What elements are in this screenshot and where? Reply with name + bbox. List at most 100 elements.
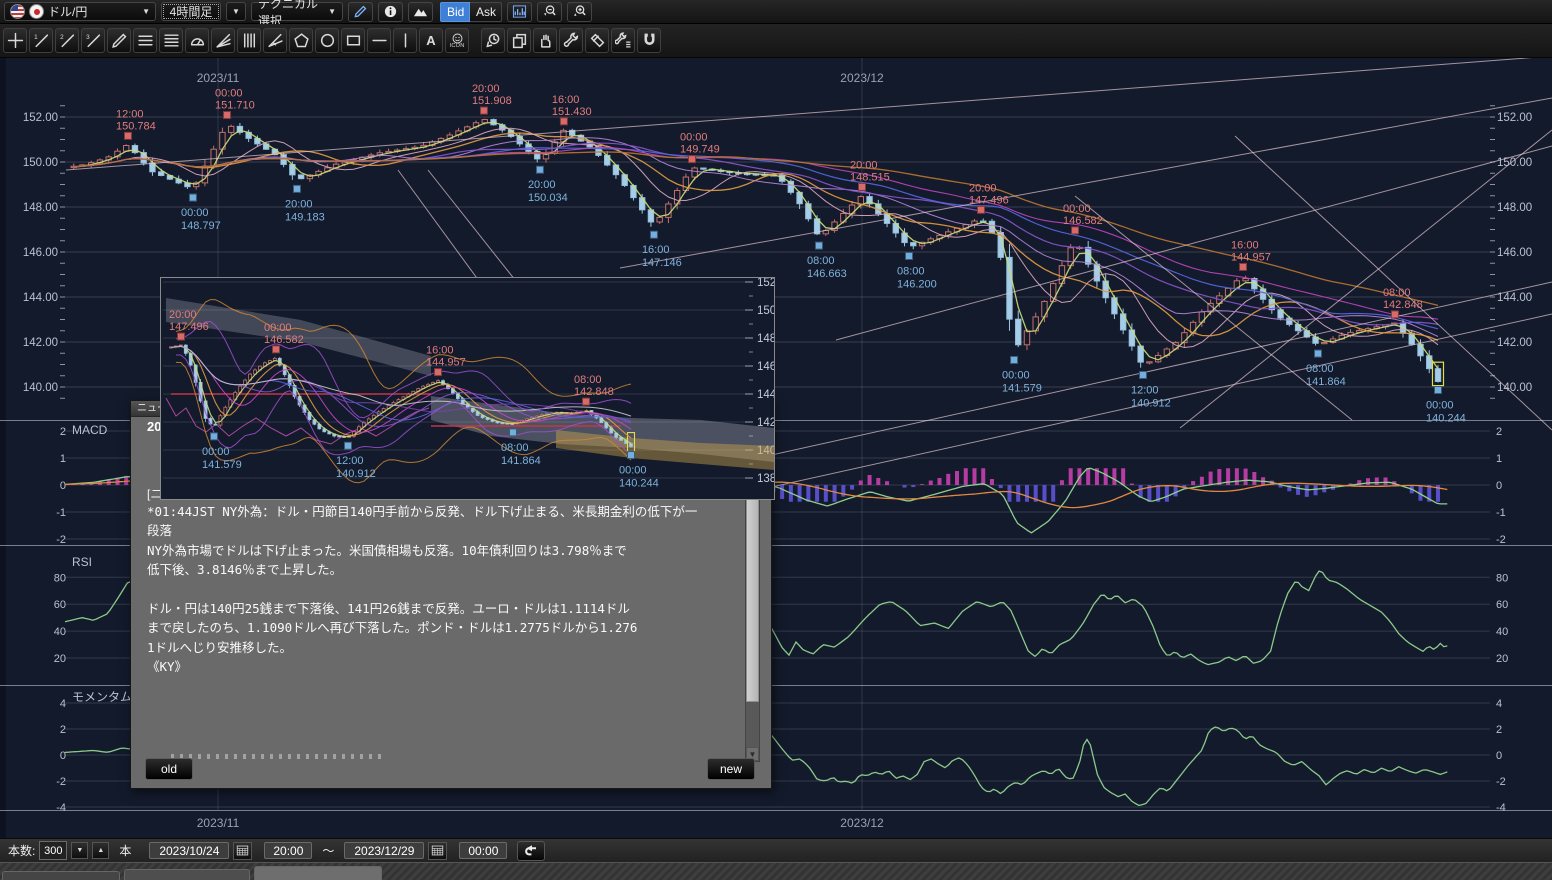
mini-chart-window[interactable]: 15215014814614414214013820:00147.49600:0… xyxy=(160,277,775,500)
taskbar-tab[interactable] xyxy=(124,869,250,880)
svg-text:144.957: 144.957 xyxy=(1231,251,1271,263)
us-flag-icon xyxy=(10,4,25,19)
svg-text:60: 60 xyxy=(54,599,66,611)
svg-text:1: 1 xyxy=(1496,453,1502,465)
pentagon-tool-button[interactable] xyxy=(289,28,313,53)
to-time-field[interactable]: 00:00 xyxy=(459,842,507,859)
svg-text:147.496: 147.496 xyxy=(169,321,209,333)
svg-text:146.00: 146.00 xyxy=(23,247,58,259)
fx-trading-app: { "toolbar_top": { "pair": "ドル/円", "time… xyxy=(0,0,1552,880)
svg-text:RSI: RSI xyxy=(72,555,92,569)
taskbar-tab[interactable] xyxy=(254,866,382,880)
ask-button[interactable]: Ask xyxy=(470,2,502,22)
count-increment-button[interactable]: ▲ xyxy=(92,842,109,859)
svg-text:20:00: 20:00 xyxy=(528,179,556,191)
from-date-field[interactable]: 2023/10/24 xyxy=(149,842,229,859)
news-body-text: *01:44JST NY外為：ドル・円節目140円手前から反発、ドル下げ止まる、… xyxy=(147,502,733,677)
currency-pair-select[interactable]: ドル/円 ▼ xyxy=(4,2,156,21)
eraser-button[interactable] xyxy=(585,28,609,53)
svg-text:146.663: 146.663 xyxy=(807,268,847,280)
svg-text:-1: -1 xyxy=(1496,507,1506,519)
magnet-snap-button[interactable] xyxy=(637,28,661,53)
icon-stamp-tool-button[interactable]: ICON xyxy=(445,28,469,53)
fan-lines-tool-button[interactable] xyxy=(211,28,235,53)
svg-text:4: 4 xyxy=(60,698,66,710)
svg-text:60: 60 xyxy=(1496,599,1508,611)
svg-text:146.582: 146.582 xyxy=(1063,215,1103,227)
older-news-button[interactable]: old xyxy=(145,758,193,780)
from-date-calendar-button[interactable] xyxy=(233,842,252,860)
svg-text:148.00: 148.00 xyxy=(23,202,58,214)
svg-text:08:00: 08:00 xyxy=(807,255,835,267)
horizontal-line-tool-button[interactable] xyxy=(367,28,391,53)
newer-news-button[interactable]: new xyxy=(707,758,755,780)
angle-lines-tool-button[interactable] xyxy=(263,28,287,53)
svg-text:20:00: 20:00 xyxy=(472,83,500,95)
technical-select-button[interactable]: テクニカル選択 ▼ xyxy=(251,2,343,21)
crosshair-tool-button[interactable] xyxy=(3,28,27,53)
svg-text:140.244: 140.244 xyxy=(619,478,659,490)
svg-text:40: 40 xyxy=(54,626,66,638)
svg-text:140.912: 140.912 xyxy=(1131,397,1171,409)
horizontal-lines4-tool-button[interactable] xyxy=(159,28,183,53)
svg-text:146: 146 xyxy=(757,361,774,373)
svg-text:2023/12: 2023/12 xyxy=(840,816,884,830)
bid-button[interactable]: Bid xyxy=(440,2,470,22)
trendline3-tool-button[interactable]: 3 xyxy=(81,28,105,53)
zoom-out-button[interactable] xyxy=(537,2,562,22)
svg-text:146.200: 146.200 xyxy=(897,279,937,291)
chart-style-button[interactable] xyxy=(408,2,433,22)
zoom-in-button[interactable] xyxy=(567,2,592,22)
svg-text:142.00: 142.00 xyxy=(1497,337,1532,349)
svg-text:08:00: 08:00 xyxy=(1306,363,1334,375)
taskbar-tab[interactable] xyxy=(2,871,120,880)
horizontal-lines3-tool-button[interactable] xyxy=(133,28,157,53)
from-time-field[interactable]: 20:00 xyxy=(264,842,312,859)
svg-text:20:00: 20:00 xyxy=(850,159,878,171)
svg-text:00:00: 00:00 xyxy=(619,465,647,477)
copy-button[interactable] xyxy=(507,28,531,53)
svg-text:-2: -2 xyxy=(1496,534,1506,546)
info-button[interactable] xyxy=(378,2,403,22)
taskbar xyxy=(0,862,1552,880)
wrench-tool-button[interactable] xyxy=(559,28,583,53)
reload-chart-button[interactable] xyxy=(517,841,545,861)
svg-text:152: 152 xyxy=(757,278,774,289)
svg-text:08:00: 08:00 xyxy=(501,442,529,454)
trendline2-tool-button[interactable]: 2 xyxy=(55,28,79,53)
to-date-calendar-button[interactable] xyxy=(428,842,447,860)
svg-text:-2: -2 xyxy=(56,776,66,788)
svg-text:147.146: 147.146 xyxy=(642,257,682,269)
top-toolbar: ドル/円 ▼ 4時間足 ▼ テクニカル選択 ▼ Bid Ask xyxy=(0,0,1552,24)
svg-text:2: 2 xyxy=(1496,426,1502,438)
indicator-button[interactable] xyxy=(507,2,532,22)
gauge-tool-button[interactable] xyxy=(185,28,209,53)
bar-count-label: 本数: xyxy=(8,842,35,859)
svg-text:0: 0 xyxy=(60,750,66,762)
pencil-line-tool-button[interactable] xyxy=(107,28,131,53)
circle-tool-button[interactable] xyxy=(315,28,339,53)
trendline1-tool-button[interactable]: 1 xyxy=(29,28,53,53)
svg-text:-2: -2 xyxy=(56,534,66,546)
settings-list-button[interactable] xyxy=(611,28,635,53)
svg-text:140.00: 140.00 xyxy=(1497,382,1532,394)
hand-pan-button[interactable] xyxy=(533,28,557,53)
svg-text:150.00: 150.00 xyxy=(1497,157,1532,169)
bar-count-input[interactable]: 300 xyxy=(39,841,67,860)
rectangle-tool-button[interactable] xyxy=(341,28,365,53)
svg-text:148.00: 148.00 xyxy=(1497,202,1532,214)
timeframe-dropdown-button[interactable]: ▼ xyxy=(226,2,246,21)
svg-text:00:00: 00:00 xyxy=(264,322,292,334)
vertical-lines-tool-button[interactable] xyxy=(237,28,261,53)
draw-pencil-button[interactable] xyxy=(348,2,373,22)
news-clipped-next-item xyxy=(171,754,381,759)
count-decrement-button[interactable]: ▼ xyxy=(71,842,88,859)
vertical-line-tool-button[interactable] xyxy=(393,28,417,53)
svg-text:148.797: 148.797 xyxy=(181,220,221,232)
to-date-field[interactable]: 2023/12/29 xyxy=(344,842,424,859)
timeframe-select[interactable]: 4時間足 xyxy=(161,2,221,21)
svg-text:-4: -4 xyxy=(1496,802,1506,814)
undo-history-button[interactable] xyxy=(481,28,505,53)
svg-text:144: 144 xyxy=(757,389,774,401)
text-tool-button[interactable]: A xyxy=(419,28,443,53)
